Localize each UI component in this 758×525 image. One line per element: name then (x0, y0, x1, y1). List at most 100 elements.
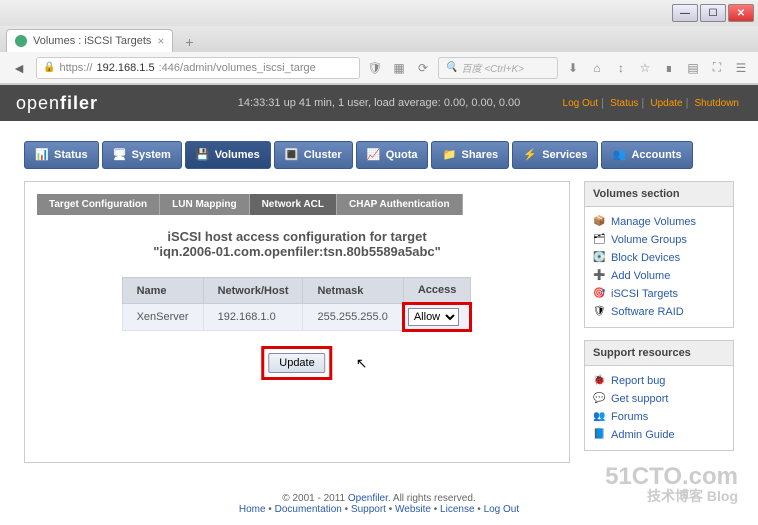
nav-icon: 🖥 (113, 148, 127, 162)
window-maximize[interactable]: ☐ (700, 4, 726, 22)
sidebar-link[interactable]: Software RAID (611, 306, 684, 318)
link-shutdown[interactable]: Shutdown (695, 98, 739, 109)
sidebar-link[interactable]: Admin Guide (611, 429, 675, 441)
menu-icon[interactable]: ☰ (732, 59, 750, 77)
sidebar-link[interactable]: iSCSI Targets (611, 288, 678, 300)
sidebar-item: 📦 Manage Volumes (593, 213, 725, 231)
nav-tab-system[interactable]: 🖥System (102, 141, 182, 169)
col-name: Name (122, 278, 203, 304)
nav-icon: 💾 (196, 148, 210, 162)
sidebar-link[interactable]: Forums (611, 411, 648, 423)
window-close[interactable]: ✕ (728, 4, 754, 22)
url-host: 192.168.1.5 (96, 62, 154, 74)
panel-title: iSCSI host access configuration for targ… (37, 229, 557, 259)
url-path: :446/admin/volumes_iscsi_targe (159, 62, 316, 74)
url-bar[interactable]: 🔒 https:// 192.168.1.5 :446/admin/volumes_… (36, 57, 360, 79)
sidebar-icon: ➕ (593, 270, 605, 282)
sub-tab-lun-mapping[interactable]: LUN Mapping (160, 194, 249, 215)
feed-icon[interactable]: ∎ (660, 59, 678, 77)
footer-link[interactable]: Home (239, 504, 266, 515)
home-icon[interactable]: ⌂ (588, 59, 606, 77)
table-row: XenServer 192.168.1.0 255.255.255.0 Allo… (122, 304, 471, 331)
footer-link[interactable]: Log Out (484, 504, 520, 515)
link-update[interactable]: Update (650, 98, 682, 109)
sidebar-link[interactable]: Block Devices (611, 252, 680, 264)
url-prefix: https:// (59, 62, 92, 74)
sidebar-icon: 🎯 (593, 288, 605, 300)
browser-tab[interactable]: Volumes : iSCSI Targets × (6, 29, 173, 52)
link-logout[interactable]: Log Out (563, 98, 599, 109)
tab-title: Volumes : iSCSI Targets (33, 35, 151, 47)
search-input[interactable]: 🔍 百度 <Ctrl+K> (438, 57, 558, 79)
sidebar-item: 🐞Report bug (593, 372, 725, 390)
fullscreen-icon[interactable]: ⛶ (708, 59, 726, 77)
sidebar-item: 🛡 Software RAID (593, 303, 725, 321)
nav-tab-quota[interactable]: 📈Quota (356, 141, 429, 169)
sidebar-link[interactable]: Get support (611, 393, 668, 405)
sidebar-link[interactable]: Volume Groups (611, 234, 687, 246)
nav-icon: 📊 (35, 148, 49, 162)
save-icon[interactable]: ▤ (684, 59, 702, 77)
search-placeholder: 百度 <Ctrl+K> (461, 60, 524, 75)
nav-icon: ⚡ (523, 148, 537, 162)
lock-icon: 🔒 (43, 62, 55, 73)
sidebar-link[interactable]: Report bug (611, 375, 665, 387)
nav-icon: 📁 (442, 148, 456, 162)
sidebar-icon: 📦 (593, 216, 605, 228)
cell-netmask: 255.255.255.0 (303, 304, 403, 331)
window-minimize[interactable]: — (672, 4, 698, 22)
footer-link[interactable]: Website (395, 504, 431, 515)
sidebar-icon: 💽 (593, 252, 605, 264)
cell-name: XenServer (122, 304, 203, 331)
sub-tab-target-configuration[interactable]: Target Configuration (37, 194, 160, 215)
star-icon[interactable]: ☆ (636, 59, 654, 77)
sidebar-icon: 🗂 (593, 234, 605, 246)
nav-tab-volumes[interactable]: 💾Volumes (185, 141, 271, 169)
sub-tab-chap-authentication[interactable]: CHAP Authentication (337, 194, 463, 215)
footer-link[interactable]: License (440, 504, 474, 515)
sidebar-item: ➕ Add Volume (593, 267, 725, 285)
nav-tab-shares[interactable]: 📁Shares (431, 141, 509, 169)
volumes-section-head: Volumes section (585, 182, 733, 207)
update-button[interactable]: Update (268, 353, 325, 373)
sidebar-icon: 🛡 (593, 306, 605, 318)
search-engine-icon: 🔍 (445, 62, 457, 73)
link-status[interactable]: Status (610, 98, 638, 109)
nav-tab-accounts[interactable]: 👥Accounts (601, 141, 692, 169)
sidebar-item: 👥Forums (593, 408, 725, 426)
col-access: Access (403, 278, 471, 304)
download-icon[interactable]: ⬇ (564, 59, 582, 77)
cell-access: Allow (403, 304, 471, 331)
grid-icon[interactable]: ▦ (390, 59, 408, 77)
reload-icon[interactable]: ⟳ (414, 59, 432, 77)
footer-openfiler-link[interactable]: Openfiler (348, 493, 388, 504)
nav-icon: 👥 (612, 148, 626, 162)
nav-tab-cluster[interactable]: 🔳Cluster (274, 141, 353, 169)
shield-icon[interactable]: 🛡 (366, 59, 384, 77)
cell-network: 192.168.1.0 (203, 304, 303, 331)
sidebar-icon: 💬 (593, 393, 605, 405)
sync-icon[interactable]: ↕ (612, 59, 630, 77)
footer-link[interactable]: Documentation (275, 504, 342, 515)
back-button[interactable]: ◄ (8, 57, 30, 79)
logo: openfiler (16, 93, 98, 114)
tab-close-icon[interactable]: × (157, 34, 164, 48)
new-tab-button[interactable]: + (179, 32, 199, 52)
sidebar-item: 📘 Admin Guide (593, 426, 725, 444)
sidebar-item: 💬 Get support (593, 390, 725, 408)
nav-tab-status[interactable]: 📊Status (24, 141, 99, 169)
sidebar-item: 🎯 iSCSI Targets (593, 285, 725, 303)
support-section-head: Support resources (585, 341, 733, 366)
sub-tab-network-acl[interactable]: Network ACL (250, 194, 337, 215)
sidebar-link[interactable]: Add Volume (611, 270, 670, 282)
access-select[interactable]: Allow (408, 308, 459, 326)
nav-icon: 🔳 (285, 148, 299, 162)
acl-table: Name Network/Host Netmask Access XenServ… (122, 277, 473, 332)
tab-favicon-icon (15, 35, 27, 47)
footer-link[interactable]: Support (351, 504, 386, 515)
sidebar-icon: 📘 (593, 429, 605, 441)
sidebar-link[interactable]: Manage Volumes (611, 216, 696, 228)
col-network: Network/Host (203, 278, 303, 304)
sidebar-item: 🗂 Volume Groups (593, 231, 725, 249)
nav-tab-services[interactable]: ⚡Services (512, 141, 598, 169)
